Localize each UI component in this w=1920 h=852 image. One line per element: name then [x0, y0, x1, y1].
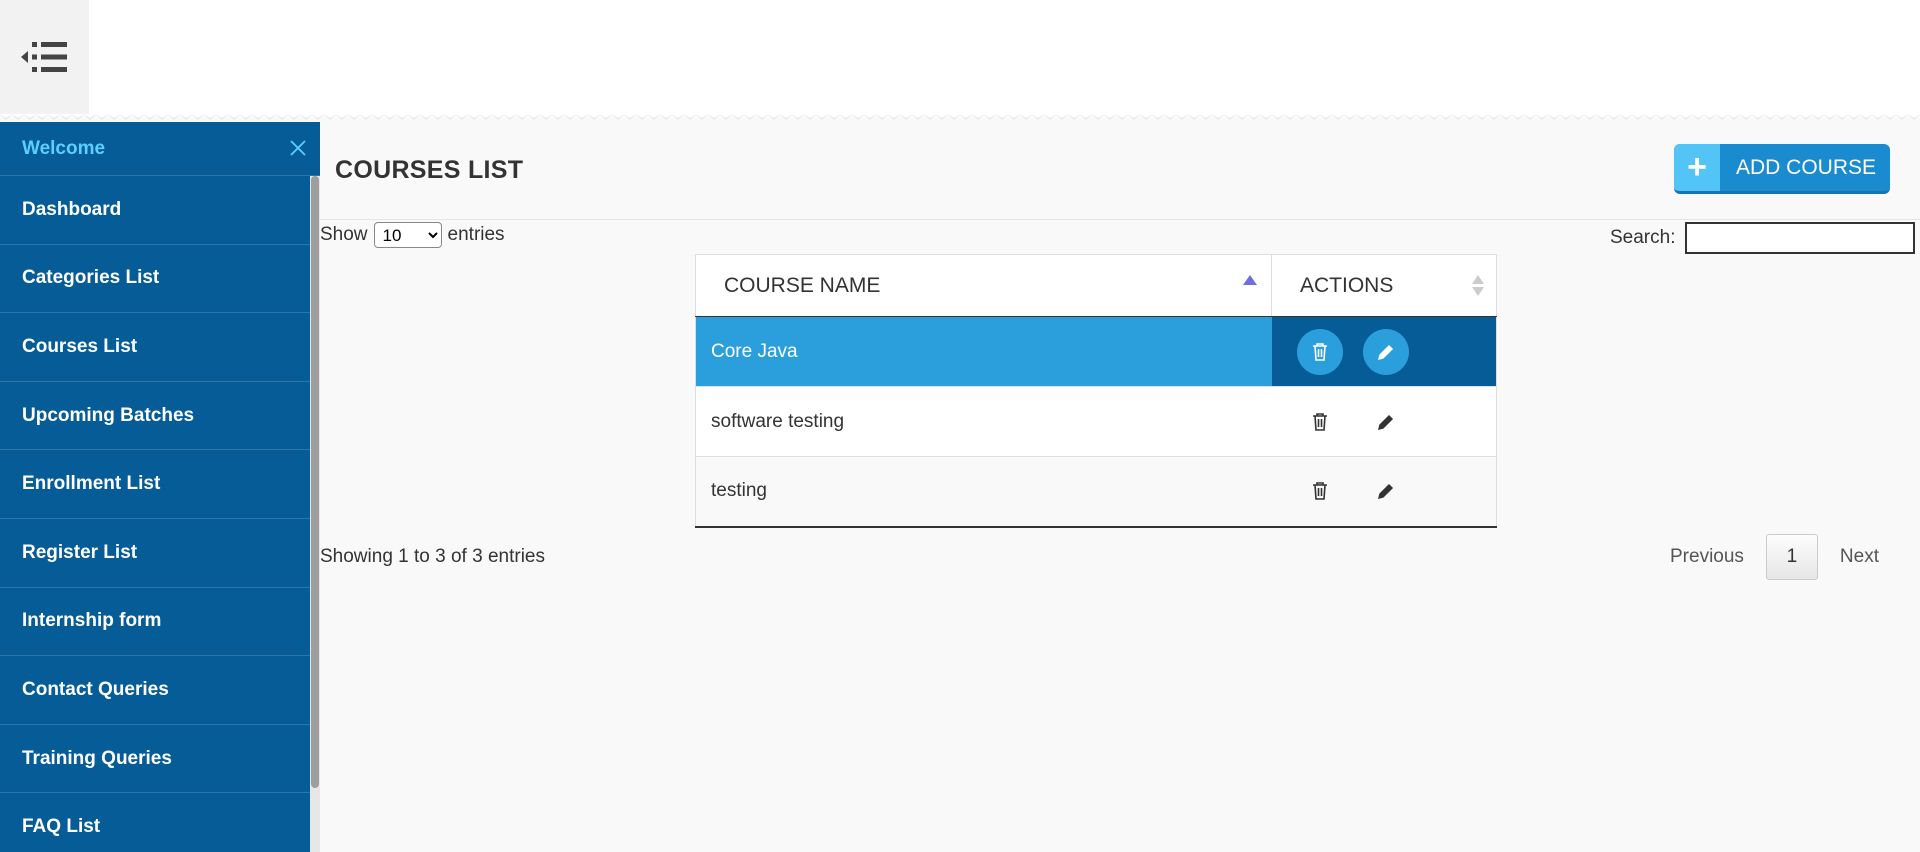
close-icon[interactable]	[290, 138, 306, 160]
delete-button[interactable]	[1296, 328, 1343, 375]
sidebar-item-categories-list[interactable]: Categories List	[0, 245, 310, 314]
sidebar-item-label: Contact Queries	[22, 678, 169, 700]
course-name-cell: Core Java	[695, 316, 1272, 387]
sidebar-item-faq-list[interactable]: FAQ List	[0, 793, 310, 852]
sidebar-item-upcoming-batches[interactable]: Upcoming Batches	[0, 382, 310, 451]
pencil-icon	[1377, 344, 1393, 360]
pagination: Previous 1 Next	[1670, 534, 1879, 580]
search-control: Search:	[1610, 222, 1916, 254]
pencil-icon	[1377, 414, 1393, 430]
next-page-button[interactable]: Next	[1840, 546, 1879, 568]
menu-collapse-icon	[19, 39, 71, 80]
sidebar: Welcome Dashboard Categories List Course…	[0, 122, 320, 852]
column-header-course-name[interactable]: COURSE NAME	[695, 254, 1272, 317]
show-label: Show	[320, 224, 368, 245]
sidebar-item-label: Courses List	[22, 335, 138, 357]
table-info: Showing 1 to 3 of 3 entries	[320, 546, 545, 567]
course-name-cell: testing	[695, 456, 1272, 527]
welcome-label: Welcome	[22, 137, 106, 159]
sidebar-item-register-list[interactable]: Register List	[0, 519, 310, 588]
main-content: COURSES LIST + ADD COURSE Show 10 entrie…	[320, 124, 1920, 852]
trash-icon	[1312, 482, 1327, 501]
sidebar-item-courses-list[interactable]: Courses List	[0, 313, 310, 382]
column-label: COURSE NAME	[724, 273, 881, 297]
menu-toggle-button[interactable]	[0, 0, 89, 118]
delete-button[interactable]	[1297, 468, 1343, 514]
table-row[interactable]: software testing	[695, 386, 1497, 457]
sidebar-item-contact-queries[interactable]: Contact Queries	[0, 656, 310, 725]
sidebar-item-label: Training Queries	[22, 747, 172, 769]
add-course-label: ADD COURSE	[1736, 155, 1877, 179]
sidebar-scroll-thumb[interactable]	[311, 176, 319, 788]
sidebar-item-enrollment-list[interactable]: Enrollment List	[0, 450, 310, 519]
edit-button[interactable]	[1362, 328, 1409, 375]
plus-icon: +	[1674, 144, 1720, 191]
entries-label: entries	[447, 224, 505, 245]
top-header	[0, 0, 1920, 118]
course-name-cell: software testing	[695, 386, 1272, 457]
trash-icon	[1312, 342, 1327, 361]
sidebar-item-label: Dashboard	[22, 198, 122, 220]
sidebar-item-label: Upcoming Batches	[22, 404, 195, 426]
actions-cell	[1271, 456, 1497, 527]
pencil-icon	[1377, 484, 1393, 500]
column-label: ACTIONS	[1300, 273, 1394, 297]
page-button-current[interactable]: 1	[1765, 534, 1818, 580]
sidebar-nav: Dashboard Categories List Courses List U…	[0, 176, 320, 852]
sidebar-item-label: FAQ List	[22, 816, 101, 838]
actions-cell	[1271, 316, 1497, 387]
sidebar-item-label: Enrollment List	[22, 473, 161, 495]
page-title: COURSES LIST	[335, 156, 524, 184]
delete-button[interactable]	[1297, 399, 1343, 445]
sort-icon	[1472, 275, 1486, 299]
sidebar-header: Welcome	[0, 122, 320, 176]
sidebar-item-label: Internship form	[22, 610, 162, 632]
trash-icon	[1312, 412, 1327, 431]
edit-button[interactable]	[1363, 468, 1409, 514]
title-divider	[320, 219, 1920, 220]
sidebar-item-label: Register List	[22, 541, 138, 563]
entries-select[interactable]: 10	[373, 222, 442, 248]
search-label: Search:	[1610, 227, 1676, 248]
table-row[interactable]: Core Java	[695, 316, 1497, 387]
edit-button[interactable]	[1363, 399, 1409, 445]
table-row[interactable]: testing	[695, 456, 1497, 527]
column-header-actions[interactable]: ACTIONS	[1271, 254, 1497, 317]
previous-page-button[interactable]: Previous	[1670, 546, 1744, 568]
courses-table: COURSE NAME ACTIONS Core Java software t…	[695, 254, 1497, 528]
entries-length-control: Show 10 entries	[320, 222, 505, 248]
table-header-row: COURSE NAME ACTIONS	[695, 254, 1497, 317]
add-course-button[interactable]: + ADD COURSE	[1674, 144, 1890, 194]
sidebar-item-training-queries[interactable]: Training Queries	[0, 725, 310, 794]
sort-ascending-icon	[1243, 275, 1257, 285]
sidebar-item-label: Categories List	[22, 267, 160, 289]
sidebar-item-dashboard[interactable]: Dashboard	[0, 176, 310, 245]
sidebar-item-internship-form[interactable]: Internship form	[0, 588, 310, 657]
search-input[interactable]	[1685, 222, 1916, 254]
actions-cell	[1271, 386, 1497, 457]
